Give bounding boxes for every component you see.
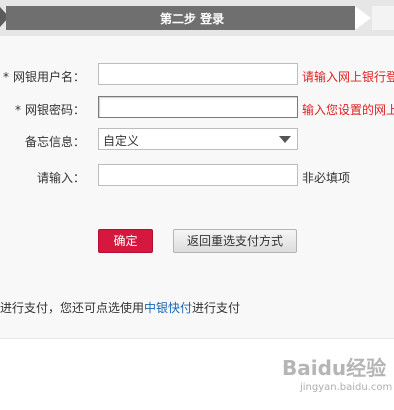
baidu-watermark: Baidu经验 jingyan.baidu.com — [282, 352, 392, 406]
watermark-text: Baidu经验 — [282, 356, 387, 380]
footnote-prefix: 进行支付，您还可点选使用 — [0, 301, 145, 315]
reselect-payment-button[interactable]: 返回重选支付方式 — [173, 229, 297, 253]
password-label-text: 网银密码： — [24, 103, 85, 117]
extra-input[interactable] — [98, 164, 298, 186]
required-mark: * — [2, 70, 9, 84]
confirm-button[interactable]: 确定 — [98, 229, 153, 253]
alternative-payment-note: 进行支付，您还可点选使用中银快付进行支付 — [0, 299, 240, 316]
password-label: * 网银密码： — [15, 101, 85, 118]
required-mark: * — [14, 103, 21, 117]
boc-quickpay-link[interactable]: 中银快付 — [144, 301, 192, 315]
extra-label-text: 请输入： — [36, 171, 85, 185]
watermark-subtext: jingyan.baidu.com — [300, 382, 393, 393]
extra-label: 请输入： — [37, 169, 85, 186]
extra-hint: 非必填项 — [302, 171, 351, 185]
username-label-text: 网银用户名： — [12, 70, 85, 84]
footnote-suffix: 进行支付 — [192, 301, 241, 315]
username-input[interactable] — [98, 63, 298, 85]
username-hint: 请输入网上银行登 — [302, 70, 394, 84]
chevron-down-icon[interactable] — [279, 136, 291, 143]
memo-label: 备忘信息： — [25, 133, 85, 150]
memo-selected-value: 自定义 — [103, 134, 140, 148]
password-input[interactable] — [98, 96, 298, 118]
username-label: * 网银用户名： — [3, 68, 85, 85]
step-title: 第二步 登录 — [160, 12, 225, 26]
next-step — [372, 6, 394, 30]
step-bar: 第二步 登录 — [0, 0, 394, 36]
memo-label-text: 备忘信息： — [24, 135, 85, 149]
memo-select[interactable]: 自定义 — [98, 128, 298, 150]
next-step-arrow — [355, 6, 371, 30]
password-hint: 输入您设置的网上 — [302, 103, 394, 117]
